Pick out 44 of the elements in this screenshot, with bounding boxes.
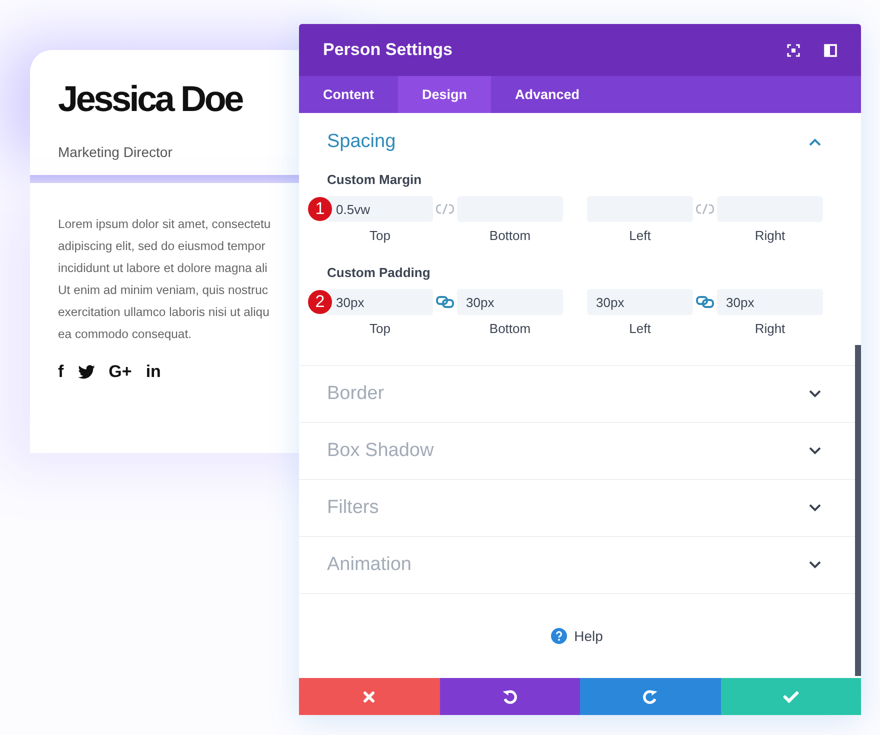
google-plus-icon[interactable]: G+	[108, 363, 132, 381]
chevron-up-icon[interactable]	[809, 138, 821, 146]
fullscreen-icon[interactable]	[787, 44, 800, 56]
input-field[interactable]: 30px	[327, 289, 433, 315]
section-title[interactable]: Spacing	[327, 131, 396, 153]
chevron-down-icon[interactable]	[809, 561, 821, 569]
undo-icon	[502, 688, 518, 704]
scrollbar[interactable]	[855, 345, 861, 676]
field-label: Top	[370, 321, 390, 337]
field-label: Top	[370, 228, 390, 244]
field-label: Bottom	[489, 228, 531, 244]
close-icon	[363, 690, 376, 702]
input-field[interactable]: 30px	[587, 289, 693, 315]
input-field[interactable]: 30px	[457, 289, 563, 315]
tab[interactable]: Design	[398, 76, 492, 113]
input-field[interactable]: 30px	[717, 289, 823, 315]
field-label: Left	[629, 228, 651, 244]
help-icon	[551, 628, 568, 644]
link-icon[interactable]	[436, 296, 454, 308]
checkmark-icon	[782, 690, 799, 702]
linkedin-icon[interactable]: in	[146, 363, 161, 381]
field-label: Bottom	[489, 321, 531, 337]
redo-icon	[642, 688, 658, 704]
chevron-down-icon[interactable]	[809, 390, 821, 398]
field-label: Right	[754, 228, 786, 244]
facebook-icon[interactable]: f	[58, 363, 64, 381]
group-label: Custom Margin	[327, 172, 423, 188]
job-title: Marketing Director	[58, 144, 172, 160]
step-number-badge: 1	[308, 197, 332, 221]
link-icon[interactable]	[696, 296, 714, 308]
tab[interactable]: Advanced	[491, 76, 604, 113]
input-field[interactable]: 0.5vw	[327, 196, 433, 222]
help-link[interactable]: Help	[551, 628, 603, 644]
modal-title: Person Settings	[323, 40, 454, 60]
bio-paragraph: Lorem ipsum dolor sit amet, consectetu adipiscing elit, sed do eiusmod tempor incididunt ut labore et dolore magna ali Ut enim ad minim veniam, quis nostruc exercitation ullamco laboris nisi ut aliqu ea commodo consequat.	[58, 216, 271, 343]
chevron-down-icon[interactable]	[809, 447, 821, 455]
sidebar-layout-icon[interactable]	[824, 44, 837, 56]
field-label: Left	[629, 321, 651, 337]
tab[interactable]: Content	[299, 76, 398, 113]
twitter-bird-icon[interactable]	[78, 365, 95, 379]
group-label: Custom Padding	[327, 265, 432, 281]
field-label: Right	[754, 321, 786, 337]
chevron-down-icon[interactable]	[809, 504, 821, 512]
step-number-badge: 2	[308, 290, 332, 314]
